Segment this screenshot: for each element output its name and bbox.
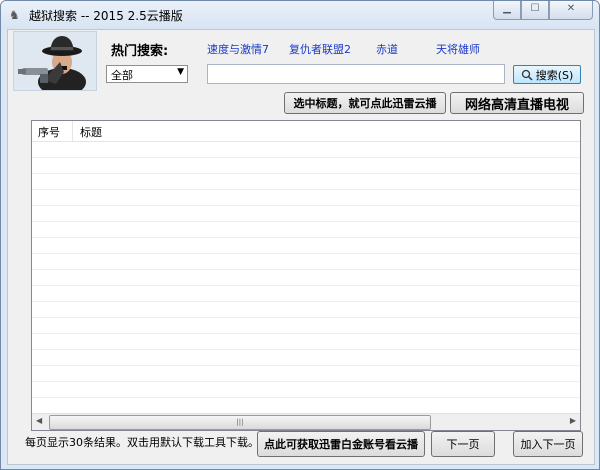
minimize-icon: ▁	[503, 3, 511, 14]
title-bar[interactable]: ♞ 越狱搜索 -- 2015 2.5云播版 ▁ ☐ ✕	[1, 1, 599, 29]
live-tv-button[interactable]: 网络高清直播电视	[450, 92, 584, 114]
get-account-label: 点此可获取迅雷白金账号看云播	[264, 438, 418, 451]
results-header: 序号 标题	[32, 121, 580, 142]
magnifier-icon	[521, 69, 533, 81]
window-title: 越狱搜索 -- 2015 2.5云播版	[29, 9, 183, 23]
scroll-right-icon[interactable]: ▶	[570, 416, 576, 425]
thunder-cloud-play-label: 选中标题，就可点此迅雷云播	[293, 97, 437, 110]
next-page-button[interactable]: 下一页	[431, 431, 495, 457]
horizontal-scrollbar[interactable]: ◀ ||| ▶	[32, 413, 580, 430]
hot-search-label: 热门搜索:	[111, 44, 169, 59]
app-icon: ♞	[9, 8, 20, 22]
hot-link-2[interactable]: 复仇者联盟2	[289, 41, 351, 57]
app-window: ♞ 越狱搜索 -- 2015 2.5云播版 ▁ ☐ ✕ 热门搜索: 速度与激情7…	[0, 0, 600, 470]
scroll-left-icon[interactable]: ◀	[36, 416, 42, 425]
get-account-button[interactable]: 点此可获取迅雷白金账号看云播	[257, 431, 425, 457]
close-icon: ✕	[566, 3, 576, 14]
spy-logo-icon	[13, 31, 97, 96]
hot-link-1[interactable]: 速度与激情7	[207, 41, 269, 57]
results-list[interactable]: 序号 标题 ◀ ||| ▶	[31, 120, 581, 431]
column-divider[interactable]	[72, 121, 73, 141]
search-input[interactable]	[207, 64, 505, 84]
main-panel: 热门搜索: 速度与激情7 复仇者联盟2 赤道 天将雄师 全部 ▼ 搜索(S) 选…	[7, 29, 595, 465]
column-header-title[interactable]: 标题	[80, 124, 102, 140]
results-rows	[32, 142, 580, 412]
minimize-button[interactable]: ▁	[493, 1, 521, 20]
add-next-page-button[interactable]: 加入下一页	[513, 431, 583, 457]
window-controls: ▁ ☐ ✕	[493, 1, 593, 21]
maximize-icon: ☐	[530, 3, 540, 14]
status-text: 每页显示30条结果。双击用默认下载工具下载。	[25, 436, 259, 449]
column-header-index[interactable]: 序号	[38, 124, 60, 140]
chevron-down-icon: ▼	[177, 67, 184, 77]
category-selected-value: 全部	[111, 69, 133, 82]
hot-link-3[interactable]: 赤道	[376, 41, 398, 57]
category-select[interactable]: 全部 ▼	[106, 65, 188, 83]
close-button[interactable]: ✕	[549, 1, 593, 20]
live-tv-label: 网络高清直播电视	[464, 97, 569, 113]
add-next-page-label: 加入下一页	[520, 438, 576, 451]
scrollbar-thumb[interactable]: |||	[49, 415, 431, 430]
thunder-cloud-play-button[interactable]: 选中标题，就可点此迅雷云播	[284, 92, 446, 114]
next-page-label: 下一页	[446, 438, 480, 451]
search-button[interactable]: 搜索(S)	[513, 65, 581, 84]
search-button-label: 搜索(S)	[535, 68, 574, 82]
hot-link-4[interactable]: 天将雄师	[436, 41, 480, 57]
maximize-button[interactable]: ☐	[521, 1, 549, 20]
